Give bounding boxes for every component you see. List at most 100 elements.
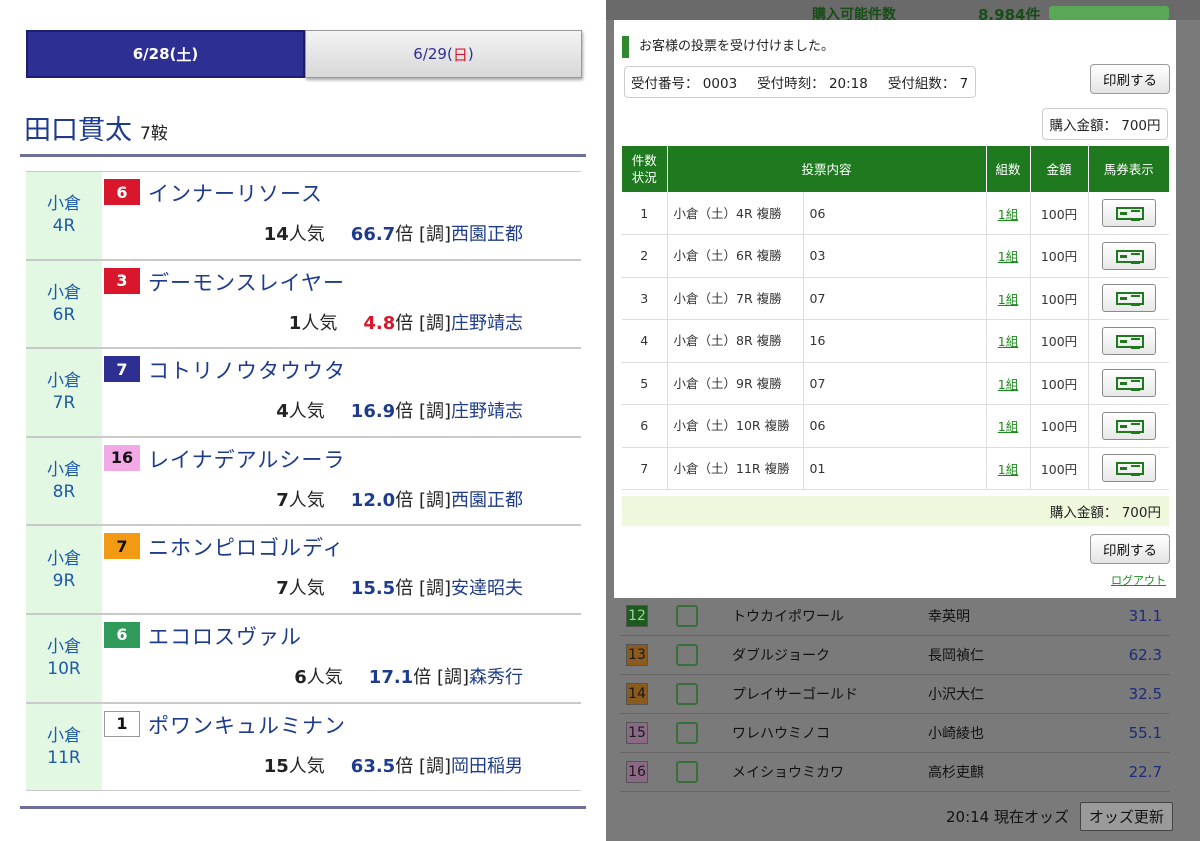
ticket-view-button[interactable] [1101,241,1156,270]
logout-link[interactable]: ログアウト [1111,572,1166,588]
race-row[interactable]: 小倉 8R 16 レイナデアルシーラ 7人気 12.0倍 [調]西園正都 [26,436,581,526]
ticket-view-button[interactable] [1101,454,1156,483]
win-odds: 66.7 [350,224,396,245]
odds-jockey: 小沢大仁 [928,687,984,703]
ticket-view-button[interactable] [1101,326,1156,355]
bet-sets-link[interactable]: 1組 [998,292,1018,307]
odds-row: 14 プレイサーゴールド 小沢大仁 32.5 [620,675,1170,714]
win-odds: 4.8 [363,312,396,334]
odds-jockey: 幸英明 [928,609,970,625]
bet-race: 小倉（土）7R 複勝 [667,277,804,320]
horse-name-link[interactable]: レイナデアルシーラ [148,444,345,474]
race-venue-cell[interactable]: 小倉 9R [26,526,102,613]
print-button-bottom[interactable]: 印刷する [1090,534,1170,564]
odds-row: 15 ワレハウミノコ 小崎綾也 55.1 [620,714,1170,753]
odds-checkbox[interactable] [676,722,698,744]
race-venue-cell[interactable]: 小倉 11R [26,703,102,791]
horse-name-link[interactable]: ニホンピロゴルディ [148,532,345,562]
bet-race-line1: 小倉（土）7R [673,290,753,306]
odds-checkbox[interactable] [676,683,698,705]
odds-checkbox[interactable] [676,761,698,783]
race-venue-cell[interactable]: 小倉 7R [26,349,102,436]
bet-ticket-cell [1088,319,1169,363]
win-odds: 16.9 [350,401,396,423]
trainer-name[interactable]: 安達昭夫 [451,578,523,599]
race-row[interactable]: 小倉 10R 6 エコロスヴァル 6人気 17.1倍 [調]森秀行 [26,613,581,703]
total-label: 購入金額： [1049,505,1118,521]
race-row[interactable]: 小倉 6R 3 デーモンスレイヤー 1人気 4.8倍 [調]庄野靖志 [26,259,581,349]
popularity: 4 [276,401,289,423]
bet-no: 1 [622,192,668,235]
race-number: 11R [47,747,81,768]
horse-name-link[interactable]: ポワンキュルミナン [148,710,346,740]
bet-sets-cell: 1組 [986,234,1031,278]
race-venue: 小倉 [47,548,81,569]
trainer-name[interactable]: 西園正都 [451,490,523,511]
bet-sets-link[interactable]: 1組 [998,377,1018,392]
race-venue-cell[interactable]: 小倉 6R [26,260,102,348]
trainer-name[interactable]: 庄野靖志 [451,401,523,422]
bet-horse: 07 [803,362,987,405]
bet-row: 2 小倉（土）6R 複勝 03 1組 100円 [622,234,1169,278]
tab-sun[interactable]: 6/29(日) [305,30,582,78]
odds-horse-name: プレイサーゴールド [732,687,858,703]
bet-price: 100円 [1030,277,1089,320]
bet-price: 100円 [1030,447,1089,490]
bet-horse: 06 [803,192,987,235]
odds-update-button[interactable]: オッズ更新 [1079,802,1173,831]
bet-sets-link[interactable]: 1組 [998,207,1018,222]
bet-sets-link[interactable]: 1組 [998,462,1018,477]
popularity-unit: 人気 [288,224,325,245]
race-row[interactable]: 小倉 4R 6 インナーリソース 14人気 66.7倍 [調]西園正都 [26,171,581,260]
odds-checkbox[interactable] [676,644,698,666]
total-value: 700円 [1121,505,1161,521]
date-tabs: 6/28(土) 6/29(日) [26,30,582,78]
race-venue-cell[interactable]: 小倉 8R [26,437,102,525]
race-venue-cell[interactable]: 小倉 4R [26,172,102,259]
bet-ticket-cell [1088,277,1169,320]
header-status: 件数 状況 [622,146,668,192]
bet-price: 100円 [1030,404,1089,448]
race-detail: 6 インナーリソース 14人気 66.7倍 [調]西園正都 [102,172,581,259]
bet-sets-link[interactable]: 1組 [998,334,1018,349]
horse-name-link[interactable]: デーモンスレイヤー [148,267,345,297]
horse-number-badge: 1 [104,710,140,737]
race-detail: 7 コトリノウタウウタ 4人気 16.9倍 [調]庄野靖志 [102,349,581,436]
bet-sets-link[interactable]: 1組 [998,249,1018,264]
race-row[interactable]: 小倉 9R 7 ニホンピロゴルディ 7人気 15.5倍 [調]安達昭夫 [26,525,581,614]
ticket-view-button[interactable] [1101,369,1156,398]
horse-number-badge: 6 [104,621,140,648]
bet-type: 複勝 [756,333,782,349]
ticket-view-button[interactable] [1101,284,1156,313]
tab-sat[interactable]: 6/28(土) [26,30,305,78]
print-button-top[interactable]: 印刷する [1090,64,1170,94]
odds-checkbox[interactable] [676,605,698,627]
bet-sets-cell: 1組 [986,319,1031,363]
race-venue-cell[interactable]: 小倉 10R [26,614,102,702]
ticket-icon [1115,377,1144,392]
horse-number-badge: 7 [104,356,140,383]
race-row[interactable]: 小倉 11R 1 ポワンキュルミナン 15人気 63.5倍 [調]岡田稲男 [26,702,581,792]
horse-name-link[interactable]: コトリノウタウウタ [148,355,346,385]
ticket-view-button[interactable] [1101,199,1156,227]
race-row[interactable]: 小倉 7R 7 コトリノウタウウタ 4人気 16.9倍 [調]庄野靖志 [26,348,581,437]
vote-accepted-dialog: お客様の投票を受け付けました。 受付番号： 0003 受付時刻： 20:18 受… [614,20,1176,598]
trainer-name[interactable]: 岡田稲男 [451,756,523,777]
bet-race-line1: 小倉（土）6R [673,248,753,264]
ticket-icon [1115,207,1144,221]
trainer-name[interactable]: 庄野靖志 [451,313,523,334]
receipt-time-value: 20:18 [828,76,868,92]
trainer-name[interactable]: 西園正都 [451,224,523,245]
receipt-sets: 受付組数： 7 [888,72,968,92]
bet-no: 4 [622,319,668,363]
trainer-name[interactable]: 森秀行 [469,667,523,688]
horse-name-link[interactable]: エコロスヴァル [148,621,302,651]
ticket-view-button[interactable] [1101,411,1156,440]
bet-sets-link[interactable]: 1組 [998,419,1018,434]
popularity-unit: 人気 [288,755,325,777]
odds-horse-name: トウカイポワール [732,609,844,625]
header-content: 投票内容 [667,146,987,192]
popularity-unit: 人気 [288,578,325,600]
horse-name-link[interactable]: インナーリソース [148,178,323,208]
odds-horse-number: 12 [626,605,648,627]
